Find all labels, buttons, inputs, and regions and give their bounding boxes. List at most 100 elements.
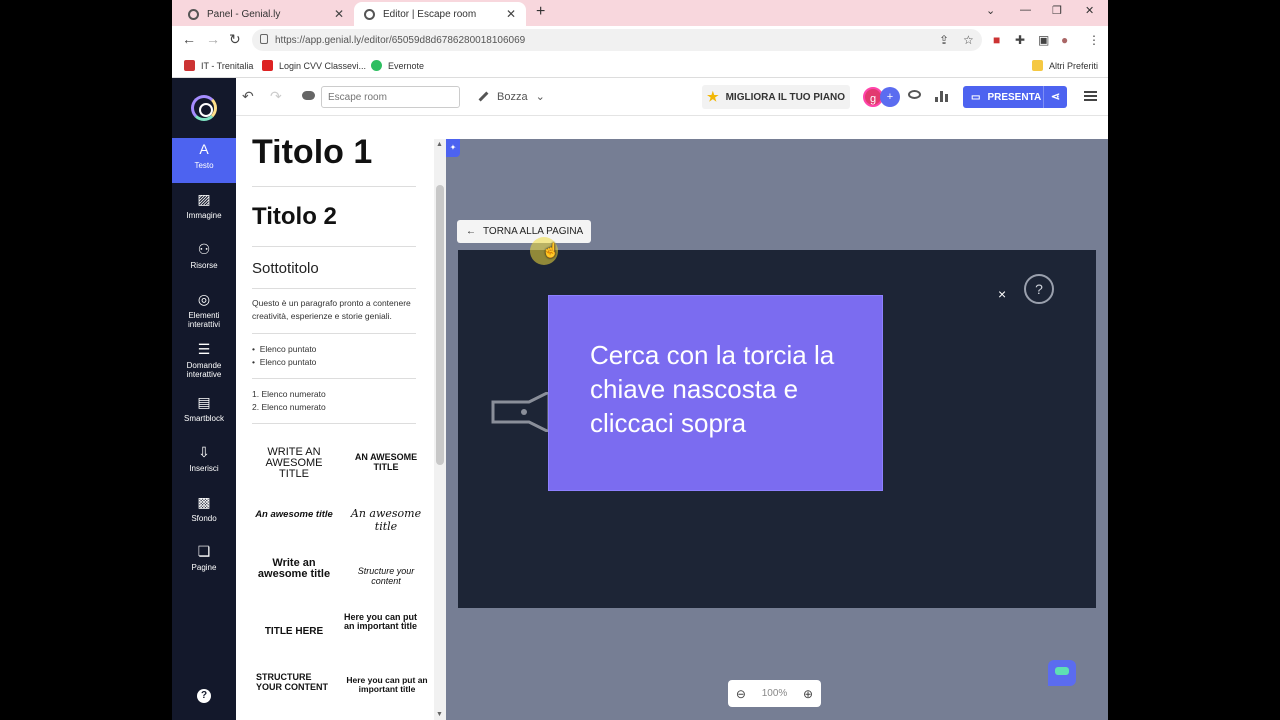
- pin-icon[interactable]: ✦: [446, 139, 460, 157]
- scroll-thumb[interactable]: [436, 185, 444, 465]
- checklist-icon: ☰: [197, 341, 211, 357]
- sidebar-item-pagine[interactable]: ❏ Pagine: [172, 537, 236, 585]
- status-dropdown[interactable]: Bozza ⌄: [478, 90, 545, 103]
- tab-panel[interactable]: Panel - Genial.ly ✕: [178, 2, 354, 26]
- menu-icon[interactable]: ⋮: [1088, 33, 1100, 47]
- paragraph-style[interactable]: Questo è un paragrafo pronto a contenere…: [252, 297, 424, 323]
- sidebar-item-sfondo[interactable]: ▩ Sfondo: [172, 488, 236, 536]
- panel-scrollbar[interactable]: ▲ ▼: [434, 139, 446, 720]
- back-to-page-button[interactable]: ← TORNA ALLA PAGINA: [457, 220, 591, 243]
- chrome-icon: [364, 8, 375, 20]
- help-icon[interactable]: ?: [197, 689, 211, 703]
- close-window-icon[interactable]: ✕: [1085, 4, 1094, 17]
- undo-icon[interactable]: ↶: [242, 88, 254, 105]
- close-tab-icon[interactable]: ✕: [334, 7, 344, 21]
- present-button[interactable]: ▭ PRESENTA ⋖: [963, 86, 1067, 108]
- profile-avatar[interactable]: ●: [1061, 33, 1068, 47]
- back-icon[interactable]: ←: [182, 31, 196, 47]
- title-2-style[interactable]: Titolo 2: [252, 203, 337, 231]
- extension-icon[interactable]: ■: [993, 33, 1000, 47]
- close-tab-icon[interactable]: ✕: [506, 7, 516, 21]
- title-style-7[interactable]: TITLE HERE: [256, 626, 332, 637]
- share-icon[interactable]: ⋖: [1043, 86, 1067, 108]
- bookmark-star-icon[interactable]: ☆: [963, 33, 974, 47]
- star-icon: ★: [706, 89, 719, 104]
- bookmark-other[interactable]: Altri Preferiti: [1032, 60, 1098, 71]
- list-item: • Elenco puntato: [252, 344, 317, 354]
- scroll-up-icon[interactable]: ▲: [436, 141, 443, 148]
- status-label: Bozza: [497, 90, 528, 103]
- arrow-left-icon: ←: [466, 226, 476, 237]
- sidebar-item-elementi-interattivi[interactable]: ◎ Elementi interattivi: [172, 285, 236, 333]
- minimize-icon[interactable]: —: [1020, 4, 1031, 16]
- divider: [252, 186, 416, 187]
- divider: [252, 288, 416, 289]
- list-item: 1. Elenco numerato: [252, 389, 326, 399]
- sidebar-item-immagine[interactable]: ▨ Immagine: [172, 185, 236, 233]
- title-style-10[interactable]: Here you can put an important title: [346, 676, 428, 694]
- lock-icon: [260, 34, 268, 44]
- reload-icon[interactable]: ↻: [229, 31, 241, 48]
- tab-editor[interactable]: Editor | Escape room ✕: [354, 2, 526, 26]
- title-style-9[interactable]: STRUCTURE YOUR CONTENT: [256, 672, 332, 692]
- instruction-popup[interactable]: Cerca con la torcia la chiave nascosta e…: [549, 296, 882, 490]
- sidebar-item-risorse[interactable]: ⚇ Risorse: [172, 235, 236, 283]
- new-tab-icon[interactable]: +: [536, 3, 545, 21]
- numbered-list-style[interactable]: 1. Elenco numerato 2. Elenco numerato: [252, 388, 326, 414]
- sidepanel-icon[interactable]: ▣: [1038, 33, 1049, 47]
- image-icon: ▨: [197, 191, 211, 207]
- title-style-8[interactable]: Here you can put an important title: [344, 613, 426, 631]
- zoom-out-icon[interactable]: ⊖: [736, 687, 746, 701]
- puzzle-icon[interactable]: ✚: [1015, 33, 1025, 47]
- text-panel: Titolo 1 Titolo 2 Sottotitolo Questo è u…: [236, 139, 445, 720]
- bookmark-trenitalia[interactable]: IT - Trenitalia: [184, 60, 253, 71]
- hand-cursor-icon: ☝: [542, 242, 560, 258]
- upgrade-plan-button[interactable]: ★ MIGLIORA IL TUO PIANO: [702, 85, 850, 109]
- share-icon[interactable]: ⇪: [939, 33, 949, 47]
- title-style-4[interactable]: An awesome title: [346, 507, 426, 533]
- title-style-3[interactable]: An awesome title: [254, 509, 334, 520]
- subtitle-style[interactable]: Sottotitolo: [252, 260, 319, 277]
- bookmark-classeviva[interactable]: Login CVV Classevi...: [262, 60, 366, 71]
- title-style-5[interactable]: Write an awesome title: [256, 558, 332, 580]
- sidebar-item-inserisci[interactable]: ⇩ Inserisci: [172, 438, 236, 486]
- add-collaborator-icon[interactable]: +: [880, 87, 900, 107]
- genially-logo[interactable]: [172, 78, 236, 138]
- title-style-6[interactable]: Structure your content: [344, 566, 428, 586]
- forward-icon[interactable]: →: [206, 31, 220, 47]
- text-icon: A: [199, 141, 209, 157]
- sidebar-item-testo[interactable]: A Testo: [172, 135, 236, 183]
- folder-icon: [1032, 60, 1043, 71]
- stats-icon[interactable]: [935, 91, 948, 102]
- zoom-in-icon[interactable]: ⊕: [803, 687, 813, 701]
- redo-icon[interactable]: ↷: [270, 88, 282, 105]
- background-icon: ▩: [197, 494, 211, 510]
- close-icon[interactable]: ×: [998, 286, 1006, 302]
- title-style-1[interactable]: WRITE AN AWESOME TITLE: [254, 447, 334, 480]
- scroll-down-icon[interactable]: ▼: [436, 711, 443, 718]
- sidebar-item-domande-interattive[interactable]: ☰ Domande interattive: [172, 335, 236, 383]
- chatbot-icon[interactable]: [1048, 660, 1076, 686]
- tab-search-icon[interactable]: ⌄: [986, 4, 995, 17]
- evernote-icon: [371, 60, 382, 71]
- tab-bar: Panel - Genial.ly ✕ Editor | Escape room…: [172, 0, 1108, 26]
- shapes-icon: ⚇: [197, 241, 211, 257]
- sidebar-item-smartblock[interactable]: ▤ Smartblock: [172, 388, 236, 436]
- pages-icon: ❏: [197, 543, 211, 559]
- present-icon: ▭: [971, 91, 981, 103]
- flashlight-icon[interactable]: [491, 392, 551, 432]
- title-style-2[interactable]: AN AWESOME TITLE: [346, 452, 426, 472]
- divider: [252, 246, 416, 247]
- address-bar[interactable]: https://app.genial.ly/editor/65059d8d678…: [252, 29, 982, 51]
- hamburger-menu-icon[interactable]: [1084, 91, 1097, 101]
- list-item: 2. Elenco numerato: [252, 402, 326, 412]
- bookmark-evernote[interactable]: Evernote: [371, 60, 424, 71]
- project-name-input[interactable]: [321, 86, 460, 108]
- bullet-list-style[interactable]: • Elenco puntato • Elenco puntato: [252, 343, 316, 369]
- popup-text: Cerca con la torcia la chiave nascosta e…: [590, 340, 835, 438]
- layout-icon: ▤: [197, 394, 211, 410]
- title-1-style[interactable]: Titolo 1: [252, 139, 372, 172]
- preview-eye-icon[interactable]: [908, 90, 921, 99]
- restore-icon[interactable]: ❐: [1052, 4, 1062, 17]
- help-button[interactable]: ?: [1024, 274, 1054, 304]
